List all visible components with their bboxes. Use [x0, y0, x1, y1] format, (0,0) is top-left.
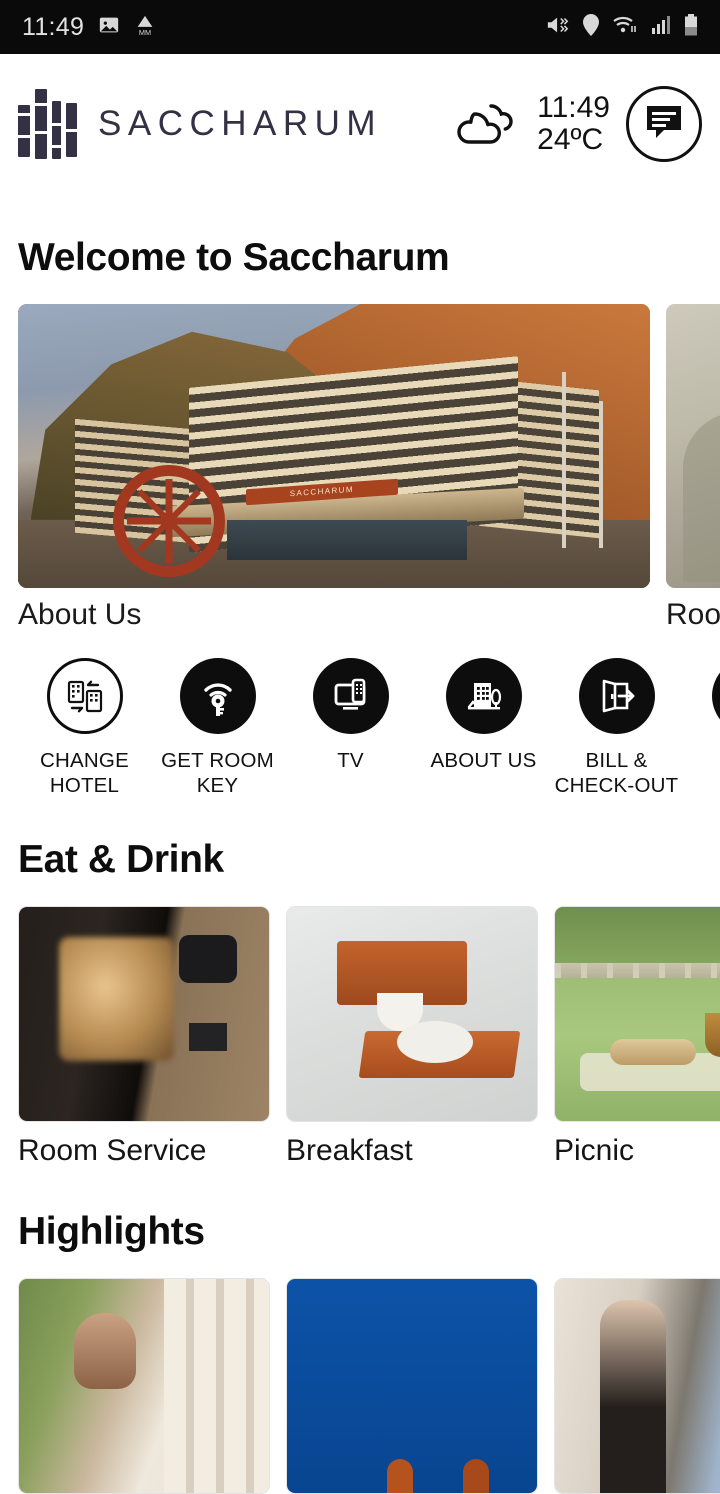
card-highlight-pool[interactable]	[286, 1278, 538, 1494]
weather-widget[interactable]: 11:49 24ºC	[453, 92, 610, 157]
battery-icon	[684, 14, 698, 41]
breakfast-tray-photo[interactable]	[286, 906, 538, 1122]
door-exit-icon	[579, 658, 655, 734]
quick-action-about-us[interactable]: ABOUT US	[417, 658, 550, 798]
tv-remote-icon	[313, 658, 389, 734]
status-bar-left: 11:49 MM	[22, 13, 156, 42]
brand-block[interactable]: SACCHARUM	[18, 87, 382, 161]
weather-text: 11:49 24ºC	[537, 92, 610, 157]
quick-action-tv[interactable]: TV	[284, 658, 417, 798]
hero-card-caption: About Us	[18, 598, 650, 632]
hero-carousel[interactable]: SACCHARUM About Us Rooms	[0, 304, 720, 632]
cart-wheel-decoration	[113, 465, 225, 577]
quick-action-label: GET ROOM KEY	[151, 748, 284, 798]
buildings-swap-icon	[47, 658, 123, 734]
chat-bubble-icon	[644, 103, 684, 146]
quick-action-label: BILL & CHECK-OUT	[555, 748, 679, 798]
eat-and-drink-row[interactable]: Room Service Breakfast Picnic	[0, 906, 720, 1168]
card-caption: Breakfast	[286, 1134, 538, 1168]
pool-blue-photo[interactable]	[286, 1278, 538, 1494]
card-breakfast[interactable]: Breakfast	[286, 906, 538, 1168]
weather-temperature: 24ºC	[537, 124, 610, 156]
chat-button[interactable]	[626, 86, 702, 162]
room-door-photo[interactable]	[18, 906, 270, 1122]
svg-text:MM: MM	[139, 28, 151, 37]
weather-time: 11:49	[537, 92, 610, 124]
quick-action-bill-checkout[interactable]: BILL & CHECK-OUT	[550, 658, 683, 798]
spa-woman-photo[interactable]	[18, 1278, 270, 1494]
building-tree-icon	[446, 658, 522, 734]
sugarcane-logo-icon	[18, 87, 80, 161]
signal-bars-icon	[651, 15, 671, 40]
quick-action-get-room-key[interactable]: GET ROOM KEY	[151, 658, 284, 798]
fitness-photo[interactable]	[554, 1278, 720, 1494]
card-highlight-fitness[interactable]	[554, 1278, 720, 1494]
card-highlight-spa[interactable]	[18, 1278, 270, 1494]
wifi-icon	[612, 14, 638, 41]
card-picnic[interactable]: Picnic	[554, 906, 720, 1168]
card-room-service[interactable]: Room Service	[18, 906, 270, 1168]
mute-vibrate-icon	[546, 14, 570, 41]
status-bar-time: 11:49	[22, 13, 84, 42]
quick-action-label: CHANGE HOTEL	[18, 748, 151, 798]
quick-actions-row[interactable]: CHANGE HOTEL GET ROOM KEY TV	[0, 658, 720, 798]
highlights-row[interactable]	[0, 1278, 720, 1494]
section-title-highlights: Highlights	[0, 1210, 720, 1254]
status-bar-right	[546, 14, 698, 41]
hero-card-caption: Rooms	[666, 598, 720, 632]
room-interior-photo[interactable]	[666, 304, 720, 588]
quick-action-label: ABOUT US	[430, 748, 536, 773]
quick-action-change-hotel[interactable]: CHANGE HOTEL	[18, 658, 151, 798]
building-icon	[712, 658, 720, 734]
card-caption: Picnic	[554, 1134, 720, 1168]
mm-warning-icon: MM	[134, 13, 156, 42]
page-title: Welcome to Saccharum	[0, 236, 720, 280]
picnic-basket-photo[interactable]	[554, 906, 720, 1122]
location-pin-icon	[583, 14, 599, 41]
quick-action-label: TV	[337, 748, 364, 773]
hero-card-rooms[interactable]: Rooms	[666, 304, 720, 632]
hero-card-about-us[interactable]: SACCHARUM About Us	[18, 304, 650, 632]
wifi-key-icon	[180, 658, 256, 734]
header-right: 11:49 24ºC	[453, 86, 702, 162]
card-caption: Room Service	[18, 1134, 270, 1168]
section-title-eat-and-drink: Eat & Drink	[0, 838, 720, 882]
app-header: SACCHARUM 11:49 24ºC	[0, 54, 720, 194]
quick-action-facilities[interactable]: FAC	[683, 658, 720, 798]
status-bar: 11:49 MM	[0, 0, 720, 54]
brand-name: SACCHARUM	[98, 104, 382, 144]
hotel-exterior-photo[interactable]: SACCHARUM	[18, 304, 650, 588]
image-icon	[98, 14, 120, 41]
cloud-icon	[453, 96, 525, 153]
